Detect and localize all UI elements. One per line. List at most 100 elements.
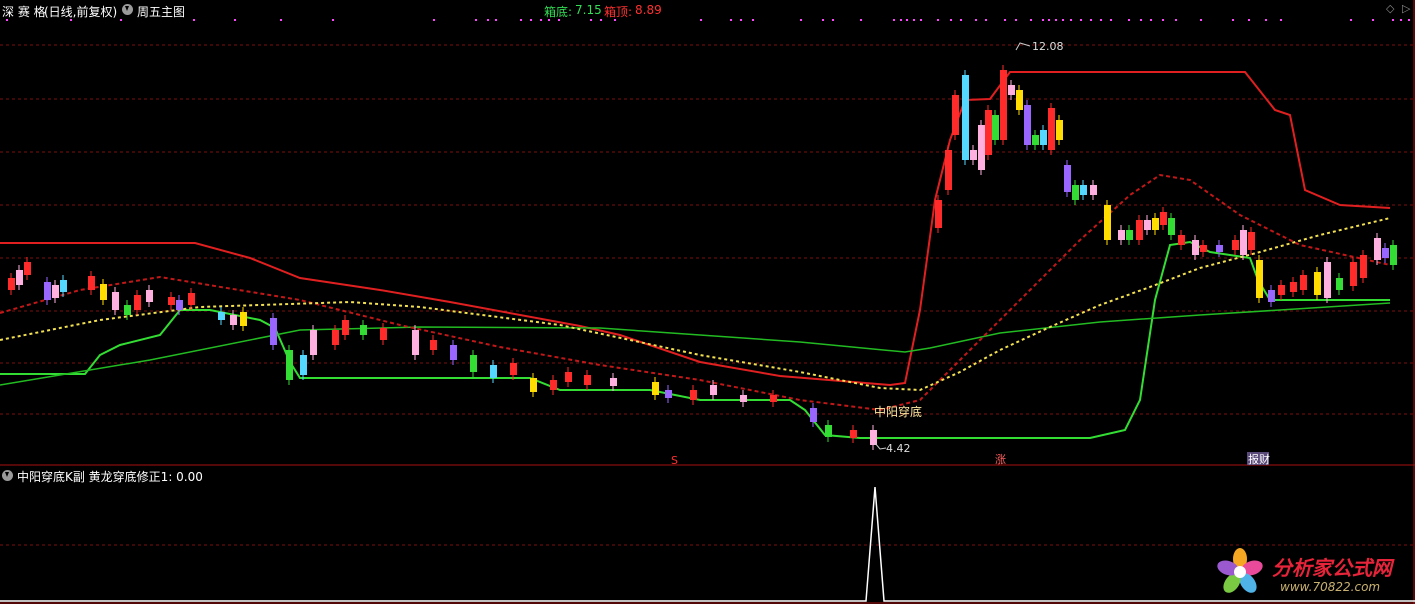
candle-body	[1118, 230, 1125, 240]
candle-body	[360, 325, 367, 335]
candle-body	[300, 355, 307, 375]
candle-body	[978, 125, 985, 170]
candle-body	[188, 293, 195, 305]
candle-body	[230, 315, 237, 325]
candle-body	[1056, 120, 1063, 140]
candle-body	[1232, 240, 1239, 250]
candle-body	[1144, 220, 1151, 230]
candle-body	[810, 408, 817, 422]
candle-body	[740, 395, 747, 402]
candle-body	[490, 365, 497, 378]
box-top-line	[0, 71, 1391, 387]
template-menu-icon[interactable]	[122, 4, 133, 15]
candle-body	[665, 390, 672, 398]
candle-body	[1290, 282, 1297, 292]
candle-body	[100, 284, 107, 300]
candle-body	[1300, 275, 1307, 290]
candle-body	[850, 430, 857, 438]
candle-body	[412, 330, 419, 355]
box-top-value: 8.89	[635, 3, 662, 17]
candle-body	[112, 292, 119, 310]
candle-body	[1104, 205, 1111, 240]
candle-body	[88, 276, 95, 290]
candle-body	[1008, 85, 1015, 95]
candle-body	[1248, 232, 1255, 250]
candle-body	[1324, 262, 1331, 298]
candle-body	[124, 305, 131, 315]
expand-diamond-icon[interactable]: ◇	[1386, 2, 1394, 15]
candle-body	[52, 285, 59, 298]
candle-body	[1090, 185, 1097, 195]
candle-body	[962, 75, 969, 160]
report-marker: 报财	[1248, 452, 1270, 466]
candle-body	[825, 425, 832, 437]
candle-body	[1000, 70, 1007, 140]
candle-body	[8, 278, 15, 290]
candle-body	[550, 380, 557, 390]
candle-body	[530, 378, 537, 392]
candle-body	[1136, 220, 1143, 240]
candle-body	[870, 430, 877, 445]
candle-body	[380, 328, 387, 340]
candle-body	[1072, 185, 1079, 200]
candle-body	[342, 320, 349, 335]
candle-body	[1192, 240, 1199, 255]
candle-body	[710, 385, 717, 395]
candle-body	[690, 390, 697, 400]
candle-body	[1048, 108, 1055, 150]
candle-body	[16, 270, 23, 285]
candle-body	[510, 363, 517, 375]
candle-body	[470, 355, 477, 372]
candle-body	[450, 345, 457, 360]
candle-body	[1032, 135, 1039, 145]
watermark-site-name: 分析家公式网	[1272, 556, 1392, 580]
candle-body	[1152, 218, 1159, 230]
candle-body	[430, 340, 437, 350]
chart-canvas[interactable]: 12.084.42中阳穿底S 涨报财	[0, 0, 1415, 604]
scroll-right-icon[interactable]: ▷	[1402, 2, 1410, 15]
candle-body	[1374, 238, 1381, 260]
sub-panel-title[interactable]: 中阳穿底K副 黄龙穿底修正1: 0.00	[17, 468, 203, 485]
candle-body	[1200, 245, 1207, 252]
candle-body	[240, 312, 247, 326]
candle-body	[945, 150, 952, 190]
candle-body	[1268, 290, 1275, 302]
template-name[interactable]: 周五主图	[137, 3, 185, 20]
box-bottom-line	[0, 240, 1390, 439]
candle-body	[1278, 285, 1285, 295]
chart-header: 深 赛 格 (日线,前复权) 周五主图 箱底: 7.15 箱顶: 8.89 ◇ …	[0, 0, 1415, 20]
candle-body	[610, 378, 617, 386]
high-price-label: 12.08	[1032, 40, 1064, 53]
candle-body	[24, 262, 31, 275]
candle-body	[286, 350, 293, 380]
candle-body	[1024, 105, 1031, 145]
candle-body	[584, 375, 591, 385]
stock-name[interactable]: 深 赛 格	[2, 3, 46, 20]
candle-body	[1126, 230, 1133, 240]
sub-panel-header: 中阳穿底K副 黄龙穿底修正1: 0.00	[0, 465, 1415, 485]
candle-body	[1064, 165, 1071, 192]
pattern-label: 中阳穿底	[874, 404, 922, 419]
candle-body	[1314, 272, 1321, 295]
candle-body	[1016, 90, 1023, 110]
candle-body	[1336, 278, 1343, 290]
candle-body	[218, 312, 225, 320]
candle-body	[1040, 130, 1047, 145]
candle-body	[1216, 245, 1223, 252]
candle-body	[332, 330, 339, 345]
chart-period[interactable]: (日线,前复权)	[44, 3, 117, 20]
stock-chart-window: 12.08 4.42 中阳穿底 S 涨报财 深 赛 格 (日线,前复权) 周五主图 箱底…	[0, 0, 1415, 604]
sub-panel-menu-icon[interactable]	[2, 470, 13, 481]
candle-body	[1382, 248, 1389, 258]
candle-body	[1390, 245, 1397, 265]
watermark-url: www.70822.com	[1280, 580, 1381, 594]
candle-body	[985, 110, 992, 155]
site-watermark: 分析家公式网 www.70822.com	[1212, 544, 1412, 602]
candle-body	[652, 382, 659, 395]
candle-body	[1178, 235, 1185, 245]
low-price-label: 4.42	[886, 442, 911, 455]
candle-body	[1168, 218, 1175, 235]
candle-body	[770, 395, 777, 402]
mid-ma-line	[0, 173, 1391, 412]
long-ma-line	[0, 302, 1391, 386]
